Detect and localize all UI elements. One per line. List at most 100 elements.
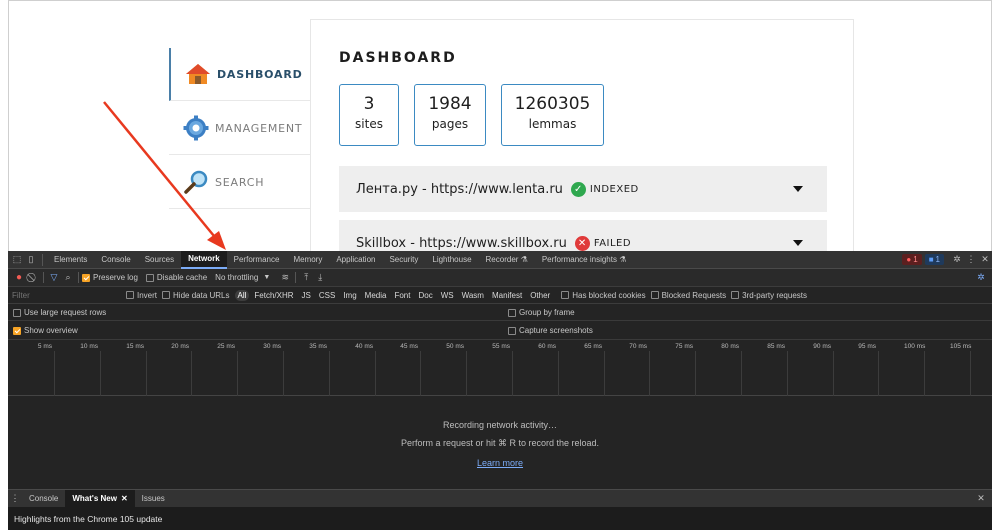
sidebar-item-management[interactable]: MANAGEMENT xyxy=(169,102,310,155)
filter-type-media[interactable]: Media xyxy=(362,290,390,301)
preserve-log-checkbox[interactable]: Preserve log xyxy=(82,273,138,282)
timeline-tick-label: 35 ms xyxy=(309,343,327,350)
timeline-tick-label: 90 ms xyxy=(813,343,831,350)
close-tab-icon[interactable]: ✕ xyxy=(121,494,128,503)
network-settings-icon[interactable]: ✲ xyxy=(974,269,988,287)
tab-lighthouse[interactable]: Lighthouse xyxy=(425,251,478,269)
settings-icon[interactable]: ✲ xyxy=(950,251,964,269)
timeline-gridline xyxy=(970,351,971,396)
tab-recorder[interactable]: Recorder ⚗ xyxy=(479,251,535,269)
timeline-tick-label: 75 ms xyxy=(675,343,693,350)
tab-performance[interactable]: Performance xyxy=(227,251,287,269)
whats-new-headline: Highlights from the Chrome 105 update xyxy=(14,513,163,524)
timeline-gridline xyxy=(283,351,284,396)
blocked-requests-label: Blocked Requests xyxy=(661,290,727,300)
export-har-icon[interactable]: ⤓ xyxy=(313,269,327,287)
filter-type-all[interactable]: All xyxy=(234,289,250,301)
group-by-frame-label: Group by frame xyxy=(519,308,575,317)
reload-hint: Perform a request or hit ⌘ R to record t… xyxy=(400,438,600,448)
filter-icon[interactable]: ▽ xyxy=(47,269,61,287)
chevron-down-icon[interactable] xyxy=(793,186,803,192)
chevron-down-icon[interactable] xyxy=(793,240,803,246)
page-title: DASHBOARD xyxy=(339,50,457,66)
inspect-element-icon[interactable]: ⬚ xyxy=(10,251,24,269)
capture-screenshots-checkbox[interactable]: Capture screenshots xyxy=(508,326,593,335)
filter-type-manifest[interactable]: Manifest xyxy=(489,290,525,301)
close-icon[interactable]: ✕ xyxy=(978,251,992,269)
tab-memory[interactable]: Memory xyxy=(286,251,329,269)
tab-elements[interactable]: Elements xyxy=(47,251,94,269)
drawer-menu-icon[interactable]: ⋮ xyxy=(8,490,22,508)
learn-more-link[interactable]: Learn more xyxy=(8,458,992,468)
site-row-skillbox[interactable]: Skillbox - https://www.skillbox.ru ✕ FAI… xyxy=(339,220,827,252)
learn-more-label[interactable]: Learn more xyxy=(477,458,523,468)
tab-performance-insights[interactable]: Performance insights ⚗ xyxy=(535,251,634,269)
show-overview-checkbox[interactable]: Show overview xyxy=(13,326,78,335)
close-drawer-icon[interactable]: ✕ xyxy=(974,490,988,508)
filter-type-css[interactable]: CSS xyxy=(316,290,338,301)
status-text: INDEXED xyxy=(589,183,639,195)
network-overview-timeline[interactable]: 5 ms 10 ms 15 ms 20 ms 25 ms 30 ms 35 ms 40 ms 4… xyxy=(8,340,992,396)
filter-type-js[interactable]: JS xyxy=(299,290,314,301)
timeline-gridline xyxy=(649,351,650,396)
drawer-tab-whats-new[interactable]: What's New ✕ xyxy=(65,489,135,508)
filter-type-font[interactable]: Font xyxy=(391,290,413,301)
sidebar-item-search[interactable]: SEARCH xyxy=(169,156,310,209)
status-text: FAILED xyxy=(593,237,632,249)
tab-network[interactable]: Network xyxy=(181,250,227,269)
sidebar-item-dashboard[interactable]: DASHBOARD xyxy=(169,48,310,101)
timeline-tick-label: 55 ms xyxy=(492,343,510,350)
network-filter-bar: Invert Hide data URLs All Fetch/XHR JS C… xyxy=(8,287,992,304)
import-har-icon[interactable]: ⤒ xyxy=(299,269,313,287)
clear-icon[interactable]: ⃠ xyxy=(26,269,40,287)
timeline-gridline xyxy=(146,351,147,396)
filter-type-fetch-xhr[interactable]: Fetch/XHR xyxy=(251,290,296,301)
search-icon[interactable]: ⌕ xyxy=(61,269,75,287)
invert-checkbox[interactable]: Invert xyxy=(126,291,157,300)
tab-security[interactable]: Security xyxy=(382,251,425,269)
timeline-tick-label: 65 ms xyxy=(584,343,602,350)
hide-data-urls-checkbox[interactable]: Hide data URLs xyxy=(162,291,230,300)
show-overview-label: Show overview xyxy=(24,326,78,335)
x-icon: ✕ xyxy=(574,235,590,251)
dropdown-icon: ▼ xyxy=(263,274,271,281)
status-badge: ✕ FAILED xyxy=(574,235,632,251)
large-rows-checkbox[interactable]: Use large request rows xyxy=(13,308,106,317)
wifi-icon[interactable]: ≋ xyxy=(278,269,292,287)
timeline-gridline xyxy=(420,351,421,396)
message-icon: ■ xyxy=(928,255,934,264)
drawer-tab-issues[interactable]: Issues xyxy=(135,490,172,508)
throttling-select[interactable]: No throttling ▼ xyxy=(215,273,270,282)
timeline-gridline xyxy=(191,351,192,396)
filter-type-other[interactable]: Other xyxy=(527,290,553,301)
tab-sources[interactable]: Sources xyxy=(138,251,181,269)
timeline-tick-label: 85 ms xyxy=(767,343,785,350)
group-by-frame-checkbox[interactable]: Group by frame xyxy=(508,308,575,317)
tab-application[interactable]: Application xyxy=(329,251,382,269)
more-options-icon[interactable]: ⋮ xyxy=(964,251,978,269)
timeline-tick-label: 45 ms xyxy=(400,343,418,350)
has-blocked-cookies-checkbox[interactable]: Has blocked cookies xyxy=(561,291,646,300)
message-counter[interactable]: ■ 1 xyxy=(924,254,944,265)
filter-type-doc[interactable]: Doc xyxy=(415,290,435,301)
filter-input[interactable] xyxy=(8,288,126,302)
device-toolbar-icon[interactable]: ▯ xyxy=(24,251,38,269)
blocked-requests-checkbox[interactable]: Blocked Requests xyxy=(650,290,727,300)
timeline-gridline xyxy=(375,351,376,396)
record-icon[interactable]: ● xyxy=(12,269,26,287)
disable-cache-checkbox[interactable]: Disable cache xyxy=(145,273,207,282)
filter-type-ws[interactable]: WS xyxy=(438,290,457,301)
error-counter[interactable]: ● 1 xyxy=(902,254,922,265)
site-row-lenta[interactable]: Лента.ру - https://www.lenta.ru ✓ INDEXE… xyxy=(339,166,827,212)
third-party-label: 3rd-party requests xyxy=(742,290,807,300)
tab-console[interactable]: Console xyxy=(94,251,137,269)
drawer-tab-console[interactable]: Console xyxy=(22,490,65,508)
message-count: 1 xyxy=(935,255,940,264)
search-icon xyxy=(183,169,209,195)
timeline-tick-label: 80 ms xyxy=(721,343,739,350)
filter-type-wasm[interactable]: Wasm xyxy=(459,290,487,301)
filter-type-img[interactable]: Img xyxy=(340,290,359,301)
timeline-tick-label: 10 ms xyxy=(80,343,98,350)
third-party-checkbox[interactable]: 3rd-party requests xyxy=(731,291,807,300)
preserve-log-label: Preserve log xyxy=(93,273,138,282)
